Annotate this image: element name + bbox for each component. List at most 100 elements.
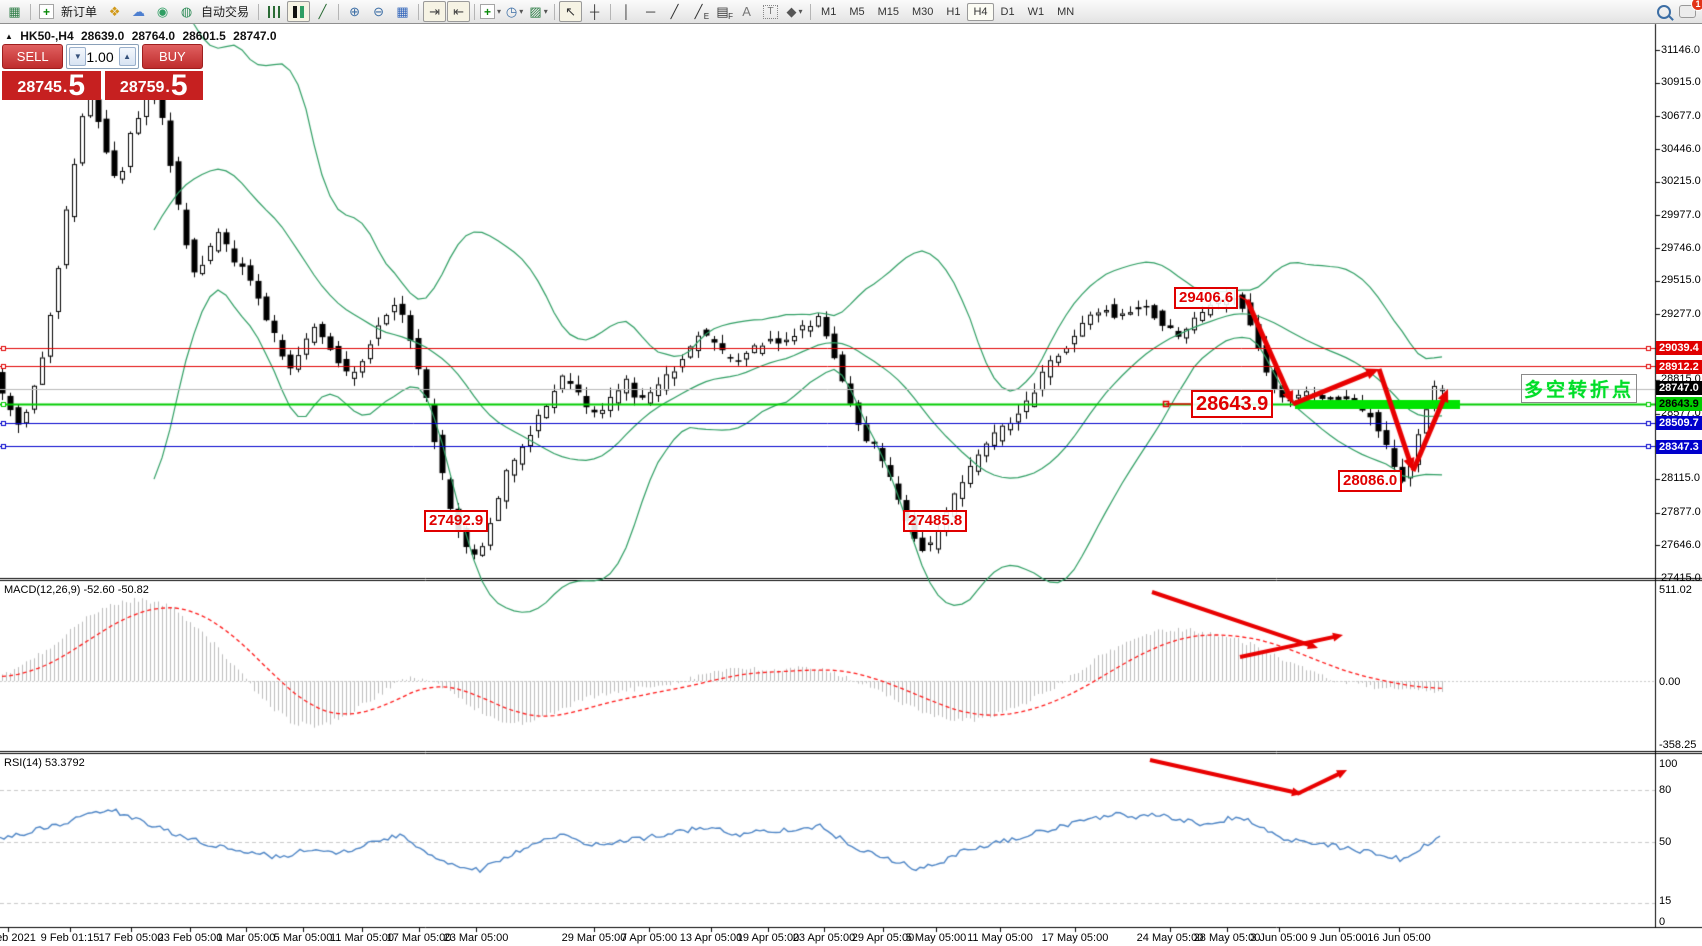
price-axis-badge: 28643.9 [1656, 397, 1702, 411]
signals-icon: ◉ [157, 5, 168, 18]
annotation-low-27485[interactable]: 27485.8 [903, 510, 967, 532]
equidistant-channel-icon: ╱ [695, 5, 703, 18]
chart-canvas[interactable] [0, 0, 1702, 946]
volume-increase-button[interactable]: ▲ [119, 47, 136, 66]
arrows-icon[interactable]: ◆▾ [783, 1, 806, 22]
timeframe-button-m1[interactable]: M1 [815, 3, 842, 21]
dropdown-arrow-icon[interactable]: ▾ [544, 8, 548, 16]
horizontal-line-icon: ─ [646, 5, 655, 18]
chart-shift-icon: ⇤ [453, 5, 464, 18]
fibonacci-icon[interactable]: ▤F [711, 1, 734, 22]
market-watch-icon[interactable]: ❖ [103, 1, 126, 22]
new-order-icon-label[interactable]: 新订单 [61, 3, 97, 20]
bar-chart-icon[interactable] [263, 1, 286, 22]
price-tick-label: 28115.0 [1661, 472, 1700, 484]
timeframe-button-m5[interactable]: M5 [843, 3, 870, 21]
time-tick-label: 5 Mar 05:00 [274, 932, 333, 944]
autotrading-icon-label[interactable]: 自动交易 [201, 3, 249, 20]
timeframe-button-m30[interactable]: M30 [906, 3, 939, 21]
search-icon[interactable] [1652, 1, 1675, 22]
time-tick-label: 1 Mar 05:00 [217, 932, 276, 944]
zoom-out-icon: ⊖ [373, 5, 384, 18]
timeframe-button-h1[interactable]: H1 [940, 3, 966, 21]
indicators-icon[interactable]: +▾ [479, 1, 502, 22]
buy-button[interactable]: BUY [142, 44, 203, 69]
annotation-peak-29406[interactable]: 29406.6 [1174, 287, 1238, 309]
annotation-turning-point[interactable]: 多空转折点 [1521, 374, 1637, 403]
equidistant-channel-icon[interactable]: ╱E [687, 1, 710, 22]
timeframe-button-d1[interactable]: D1 [995, 3, 1021, 21]
crosshair-icon: ┼ [590, 5, 599, 18]
price-axis-badge: 28747.0 [1656, 381, 1702, 395]
new-order-icon: + [39, 4, 54, 19]
close-value: 28747.0 [233, 29, 276, 43]
annotation-low-27492[interactable]: 27492.9 [424, 510, 488, 532]
autotrading-icon[interactable]: ◍ [175, 1, 198, 22]
cursor-icon[interactable]: ↖ [559, 1, 582, 22]
time-tick-label: 7 Apr 05:00 [621, 932, 677, 944]
timeframe-button-w1[interactable]: W1 [1022, 3, 1051, 21]
collapse-icon[interactable]: ▲ [5, 32, 13, 41]
bar-chart-icon [268, 6, 281, 18]
price-axis-badge: 28912.2 [1656, 360, 1702, 374]
zoom-out-icon[interactable]: ⊖ [367, 1, 390, 22]
rsi-label: RSI(14) 53.3792 [4, 757, 85, 769]
new-chart-icon: ▦ [8, 5, 20, 18]
horizontal-line-icon[interactable]: ─ [639, 1, 662, 22]
annotation-low-28086[interactable]: 28086.0 [1338, 470, 1402, 492]
main-toolbar: ▦+新订单❖☁◉◍自动交易╱⊕⊖▦⇥⇤+▾◷▾▨▾↖┼│─╱╱E▤FAT◆▾M1… [0, 0, 1702, 24]
notification-badge: 1 [1691, 0, 1702, 11]
zoom-in-icon: ⊕ [349, 5, 360, 18]
time-tick-label: 3 Jun 05:00 [1250, 932, 1308, 944]
volume-decrease-button[interactable]: ▼ [69, 47, 86, 66]
time-tick-label: 23 Apr 05:00 [793, 932, 855, 944]
time-tick-label: 29 Mar 05:00 [562, 932, 627, 944]
dropdown-arrow-icon[interactable]: ▾ [519, 8, 523, 16]
text-label-icon[interactable]: T [759, 1, 782, 22]
annotation-pivot-28643[interactable]: 28643.9 [1191, 390, 1273, 418]
price-tick-label: 31146.0 [1661, 44, 1700, 56]
templates-icon[interactable]: ▨▾ [527, 1, 550, 22]
buy-price-dot: . [165, 79, 169, 97]
volume-field[interactable]: ▼ 1.00 ▲ [66, 44, 138, 69]
price-tick-label: 30446.0 [1661, 143, 1701, 155]
trendline-icon[interactable]: ╱ [663, 1, 686, 22]
data-window-icon: ☁ [132, 5, 145, 18]
toolbar-separator [418, 4, 419, 20]
sell-price-dot: . [63, 79, 67, 97]
dropdown-arrow-icon[interactable]: ▾ [497, 8, 501, 16]
mt4-window: ▦+新订单❖☁◉◍自动交易╱⊕⊖▦⇥⇤+▾◷▾▨▾↖┼│─╱╱E▤FAT◆▾M1… [0, 0, 1702, 946]
text-icon[interactable]: A [735, 1, 758, 22]
volume-value[interactable]: 1.00 [86, 49, 118, 65]
data-window-icon[interactable]: ☁ [127, 1, 150, 22]
chart-shift-icon[interactable]: ⇤ [447, 1, 470, 22]
new-order-icon[interactable]: + [35, 1, 58, 22]
time-tick-label: 9 Jun 05:00 [1310, 932, 1368, 944]
sell-price[interactable]: 28745.5 [2, 71, 101, 100]
periods-icon[interactable]: ◷▾ [503, 1, 526, 22]
buy-price[interactable]: 28759.5 [105, 71, 204, 100]
icon-sub-label: E [704, 13, 709, 21]
auto-scroll-icon: ⇥ [429, 5, 440, 18]
toolbar-separator [474, 4, 475, 20]
timeframe-button-m15[interactable]: M15 [872, 3, 905, 21]
auto-scroll-icon[interactable]: ⇥ [423, 1, 446, 22]
candle-chart-icon[interactable] [287, 1, 310, 22]
toolbar-separator [554, 4, 555, 20]
new-chart-icon[interactable]: ▦ [3, 1, 26, 22]
sell-button[interactable]: SELL [2, 44, 63, 69]
zoom-in-icon[interactable]: ⊕ [343, 1, 366, 22]
dropdown-arrow-icon[interactable]: ▾ [799, 8, 803, 16]
tile-windows-icon[interactable]: ▦ [391, 1, 414, 22]
candle-chart-icon [292, 6, 305, 18]
vertical-line-icon[interactable]: │ [615, 1, 638, 22]
crosshair-icon[interactable]: ┼ [583, 1, 606, 22]
notifications-icon[interactable]: 1 [1676, 1, 1699, 22]
price-tick-label: 27415.0 [1661, 572, 1701, 584]
timeframe-button-h4[interactable]: H4 [967, 3, 993, 21]
line-chart-icon[interactable]: ╱ [311, 1, 334, 22]
price-tick-label: 30215.0 [1661, 175, 1701, 187]
timeframe-button-mn[interactable]: MN [1051, 3, 1080, 21]
signals-icon[interactable]: ◉ [151, 1, 174, 22]
toolbar-separator [338, 4, 339, 20]
